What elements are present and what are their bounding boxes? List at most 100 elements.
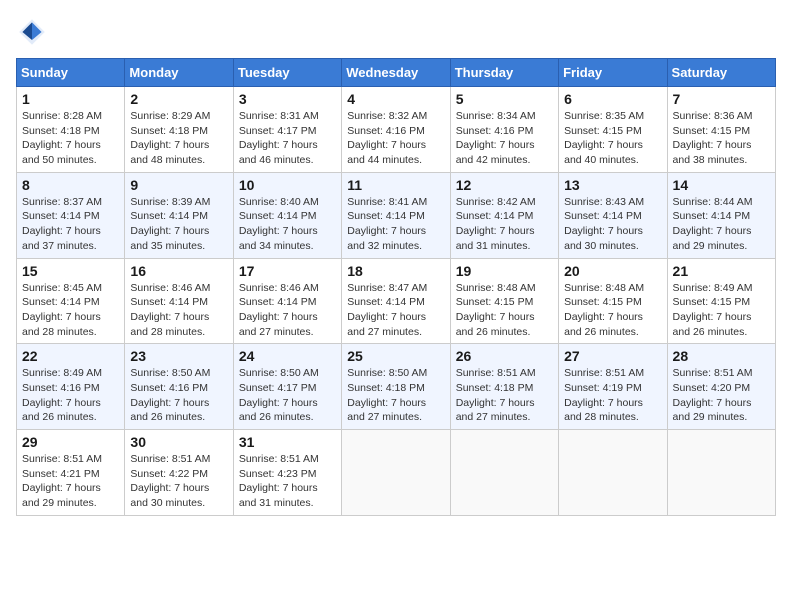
day-info: Sunrise: 8:41 AMSunset: 4:14 PMDaylight:…	[347, 195, 444, 254]
day-header-tuesday: Tuesday	[233, 59, 341, 87]
day-number: 21	[673, 263, 770, 279]
day-number: 11	[347, 177, 444, 193]
day-info: Sunrise: 8:51 AMSunset: 4:18 PMDaylight:…	[456, 366, 553, 425]
day-number: 10	[239, 177, 336, 193]
day-number: 13	[564, 177, 661, 193]
day-number: 25	[347, 348, 444, 364]
day-info: Sunrise: 8:51 AMSunset: 4:21 PMDaylight:…	[22, 452, 119, 511]
calendar-cell: 1 Sunrise: 8:28 AMSunset: 4:18 PMDaylight…	[17, 87, 125, 173]
calendar-week-row: 29Sunrise: 8:51 AMSunset: 4:21 PMDayligh…	[17, 430, 776, 516]
day-number: 27	[564, 348, 661, 364]
day-number: 31	[239, 434, 336, 450]
day-info: Sunrise: 8:51 AMSunset: 4:22 PMDaylight:…	[130, 452, 227, 511]
day-number: 1	[22, 91, 119, 107]
calendar-cell: 27 Sunrise: 8:51 AMSunset: 4:19 PMDayligh…	[559, 344, 667, 430]
day-number: 16	[130, 263, 227, 279]
day-number: 22	[22, 348, 119, 364]
day-info: Sunrise: 8:42 AMSunset: 4:14 PMDaylight:…	[456, 195, 553, 254]
day-info: Sunrise: 8:31 AMSunset: 4:17 PMDaylight:…	[239, 109, 336, 168]
calendar-header-row: SundayMondayTuesdayWednesdayThursdayFrid…	[17, 59, 776, 87]
calendar-cell: 31 Sunrise: 8:51 AMSunset: 4:23 PMDayligh…	[233, 430, 341, 516]
day-number: 9	[130, 177, 227, 193]
day-info: Sunrise: 8:51 AMSunset: 4:23 PMDaylight:…	[239, 452, 336, 511]
day-info: Sunrise: 8:32 AMSunset: 4:16 PMDaylight:…	[347, 109, 444, 168]
calendar-cell: 15 Sunrise: 8:45 AMSunset: 4:14 PMDayligh…	[17, 258, 125, 344]
calendar-cell	[342, 430, 450, 516]
calendar-week-row: 8 Sunrise: 8:37 AMSunset: 4:14 PMDaylight…	[17, 172, 776, 258]
calendar-cell: 13Sunrise: 8:43 AMSunset: 4:14 PMDayligh…	[559, 172, 667, 258]
calendar-cell: 23 Sunrise: 8:50 AMSunset: 4:16 PMDayligh…	[125, 344, 233, 430]
logo-icon	[16, 16, 48, 48]
calendar-cell: 3 Sunrise: 8:31 AMSunset: 4:17 PMDaylight…	[233, 87, 341, 173]
day-number: 8	[22, 177, 119, 193]
day-info: Sunrise: 8:48 AMSunset: 4:15 PMDaylight:…	[456, 281, 553, 340]
day-number: 18	[347, 263, 444, 279]
calendar-cell: 4 Sunrise: 8:32 AMSunset: 4:16 PMDaylight…	[342, 87, 450, 173]
day-info: Sunrise: 8:49 AMSunset: 4:16 PMDaylight:…	[22, 366, 119, 425]
day-header-saturday: Saturday	[667, 59, 775, 87]
calendar-cell: 17 Sunrise: 8:46 AMSunset: 4:14 PMDayligh…	[233, 258, 341, 344]
day-info: Sunrise: 8:50 AMSunset: 4:16 PMDaylight:…	[130, 366, 227, 425]
day-number: 24	[239, 348, 336, 364]
day-number: 15	[22, 263, 119, 279]
calendar-cell: 16 Sunrise: 8:46 AMSunset: 4:14 PMDayligh…	[125, 258, 233, 344]
calendar-cell: 12 Sunrise: 8:42 AMSunset: 4:14 PMDayligh…	[450, 172, 558, 258]
calendar-cell: 30 Sunrise: 8:51 AMSunset: 4:22 PMDayligh…	[125, 430, 233, 516]
day-info: Sunrise: 8:34 AMSunset: 4:16 PMDaylight:…	[456, 109, 553, 168]
calendar-cell: 2Sunrise: 8:29 AMSunset: 4:18 PMDaylight…	[125, 87, 233, 173]
day-number: 7	[673, 91, 770, 107]
calendar-cell: 10Sunrise: 8:40 AMSunset: 4:14 PMDayligh…	[233, 172, 341, 258]
calendar-week-row: 15 Sunrise: 8:45 AMSunset: 4:14 PMDayligh…	[17, 258, 776, 344]
calendar-cell: 5 Sunrise: 8:34 AMSunset: 4:16 PMDaylight…	[450, 87, 558, 173]
day-number: 23	[130, 348, 227, 364]
calendar-cell	[450, 430, 558, 516]
day-info: Sunrise: 8:29 AMSunset: 4:18 PMDaylight:…	[130, 109, 227, 168]
calendar-cell: 8 Sunrise: 8:37 AMSunset: 4:14 PMDaylight…	[17, 172, 125, 258]
day-number: 3	[239, 91, 336, 107]
calendar-cell: 18 Sunrise: 8:47 AMSunset: 4:14 PMDayligh…	[342, 258, 450, 344]
day-number: 30	[130, 434, 227, 450]
day-info: Sunrise: 8:50 AMSunset: 4:18 PMDaylight:…	[347, 366, 444, 425]
calendar-cell	[667, 430, 775, 516]
day-info: Sunrise: 8:44 AMSunset: 4:14 PMDaylight:…	[673, 195, 770, 254]
day-header-friday: Friday	[559, 59, 667, 87]
day-info: Sunrise: 8:49 AMSunset: 4:15 PMDaylight:…	[673, 281, 770, 340]
day-info: Sunrise: 8:50 AMSunset: 4:17 PMDaylight:…	[239, 366, 336, 425]
day-info: Sunrise: 8:37 AMSunset: 4:14 PMDaylight:…	[22, 195, 119, 254]
calendar-cell: 14 Sunrise: 8:44 AMSunset: 4:14 PMDayligh…	[667, 172, 775, 258]
calendar-cell: 24 Sunrise: 8:50 AMSunset: 4:17 PMDayligh…	[233, 344, 341, 430]
day-info: Sunrise: 8:51 AMSunset: 4:20 PMDaylight:…	[673, 366, 770, 425]
day-number: 14	[673, 177, 770, 193]
day-header-thursday: Thursday	[450, 59, 558, 87]
day-number: 12	[456, 177, 553, 193]
calendar-cell: 7 Sunrise: 8:36 AMSunset: 4:15 PMDaylight…	[667, 87, 775, 173]
day-number: 5	[456, 91, 553, 107]
day-info: Sunrise: 8:47 AMSunset: 4:14 PMDaylight:…	[347, 281, 444, 340]
day-info: Sunrise: 8:51 AMSunset: 4:19 PMDaylight:…	[564, 366, 661, 425]
day-info: Sunrise: 8:45 AMSunset: 4:14 PMDaylight:…	[22, 281, 119, 340]
calendar-cell: 26 Sunrise: 8:51 AMSunset: 4:18 PMDayligh…	[450, 344, 558, 430]
day-info: Sunrise: 8:46 AMSunset: 4:14 PMDaylight:…	[239, 281, 336, 340]
day-number: 4	[347, 91, 444, 107]
day-header-sunday: Sunday	[17, 59, 125, 87]
day-info: Sunrise: 8:28 AMSunset: 4:18 PMDaylight:…	[22, 109, 119, 168]
logo	[16, 16, 52, 48]
day-info: Sunrise: 8:48 AMSunset: 4:15 PMDaylight:…	[564, 281, 661, 340]
day-number: 19	[456, 263, 553, 279]
calendar-cell: 22 Sunrise: 8:49 AMSunset: 4:16 PMDayligh…	[17, 344, 125, 430]
day-info: Sunrise: 8:46 AMSunset: 4:14 PMDaylight:…	[130, 281, 227, 340]
calendar-week-row: 1 Sunrise: 8:28 AMSunset: 4:18 PMDaylight…	[17, 87, 776, 173]
calendar-table: SundayMondayTuesdayWednesdayThursdayFrid…	[16, 58, 776, 516]
day-number: 20	[564, 263, 661, 279]
page-header	[16, 16, 776, 48]
calendar-cell: 9 Sunrise: 8:39 AMSunset: 4:14 PMDaylight…	[125, 172, 233, 258]
calendar-cell: 25 Sunrise: 8:50 AMSunset: 4:18 PMDayligh…	[342, 344, 450, 430]
day-number: 17	[239, 263, 336, 279]
calendar-cell: 19 Sunrise: 8:48 AMSunset: 4:15 PMDayligh…	[450, 258, 558, 344]
day-number: 6	[564, 91, 661, 107]
day-number: 26	[456, 348, 553, 364]
calendar-cell: 11 Sunrise: 8:41 AMSunset: 4:14 PMDayligh…	[342, 172, 450, 258]
day-info: Sunrise: 8:36 AMSunset: 4:15 PMDaylight:…	[673, 109, 770, 168]
calendar-cell: 21 Sunrise: 8:49 AMSunset: 4:15 PMDayligh…	[667, 258, 775, 344]
day-info: Sunrise: 8:39 AMSunset: 4:14 PMDaylight:…	[130, 195, 227, 254]
